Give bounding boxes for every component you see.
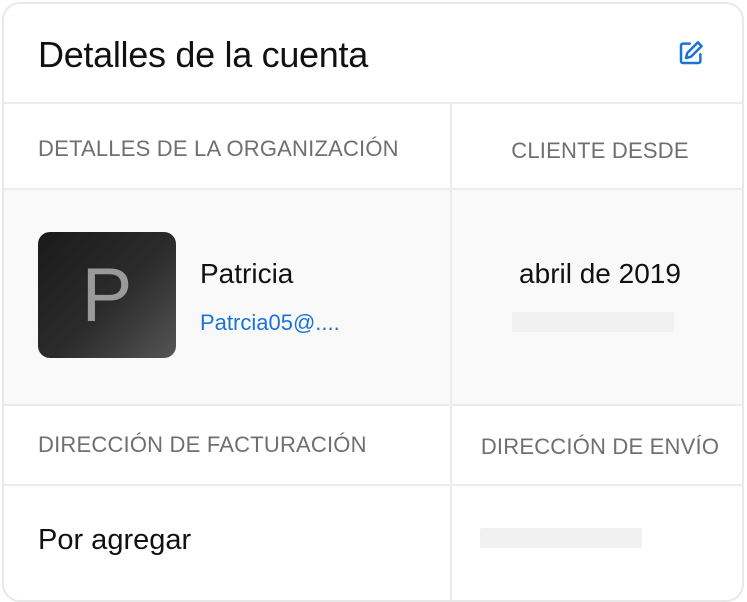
billing-address-value: Por agregar — [38, 524, 192, 556]
column-divider — [450, 190, 452, 404]
card-title: Detalles de la cuenta — [38, 34, 368, 75]
organization-email-link[interactable]: Patrcia05@.... — [200, 310, 340, 336]
edit-button[interactable] — [674, 36, 708, 70]
organization-details-label: DETALLES DE LA ORGANIZACIÓN — [38, 136, 399, 161]
customer-since-label: CLIENTE DESDE — [511, 138, 689, 163]
card-header: Detalles de la cuenta — [4, 4, 742, 104]
loading-placeholder — [480, 528, 642, 548]
customer-since-value: abril de 2019 — [519, 258, 681, 289]
account-details-card: Detalles de la cuenta DETALLES DE LA ORG… — [2, 2, 744, 602]
row-divider — [4, 404, 742, 406]
row-divider — [4, 484, 742, 486]
billing-address-label: DIRECCIÓN DE FACTURACIÓN — [38, 432, 367, 457]
loading-placeholder — [512, 312, 674, 332]
shipping-address-label: DIRECCIÓN DE ENVÍO — [480, 434, 720, 459]
edit-icon — [679, 41, 703, 65]
organization-avatar: P — [38, 232, 176, 358]
avatar-letter: P — [81, 252, 133, 338]
organization-name: Patricia — [200, 258, 294, 289]
